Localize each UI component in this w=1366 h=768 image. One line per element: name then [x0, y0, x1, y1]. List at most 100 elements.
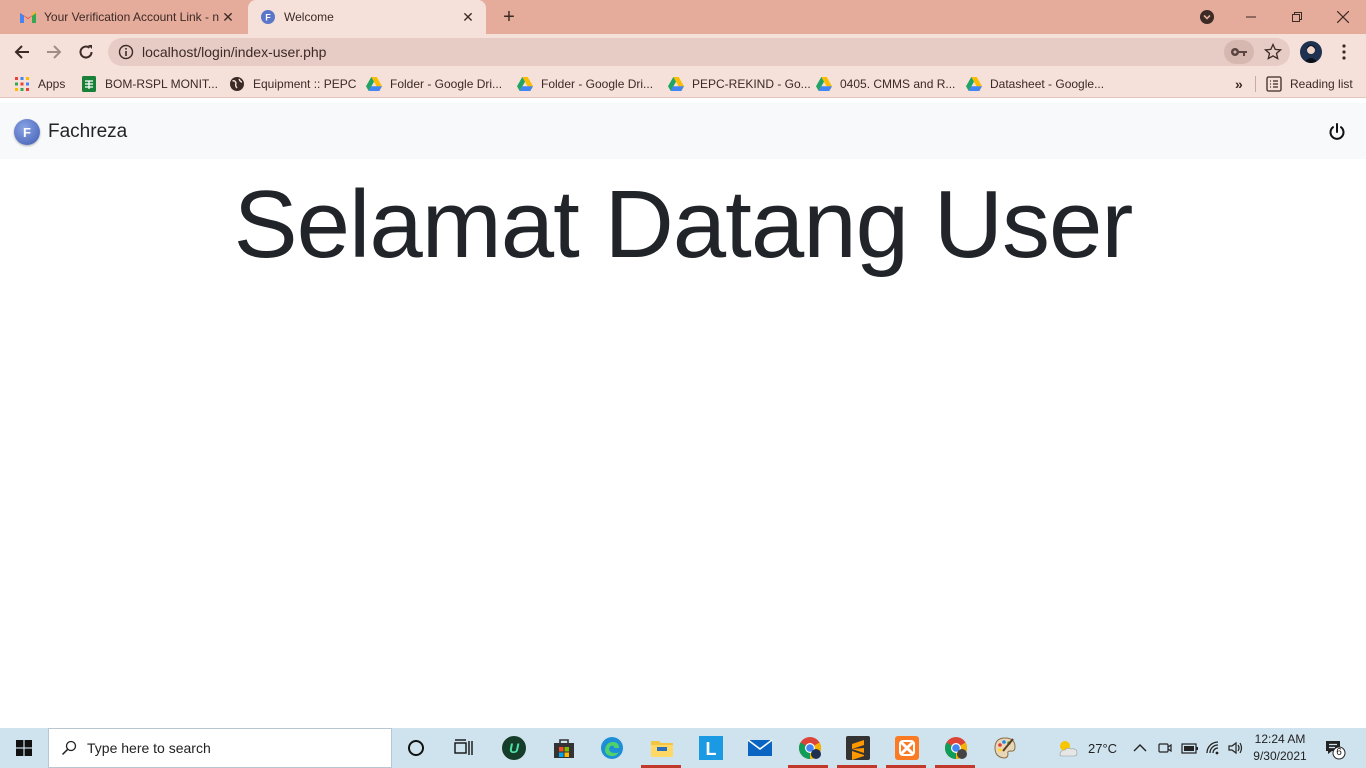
bookmarks-divider: [1255, 76, 1256, 92]
gmail-icon: [20, 9, 36, 25]
taskbar-app-edge[interactable]: [598, 734, 626, 762]
chevron-double-right-icon: »: [1235, 76, 1243, 92]
cortana-button[interactable]: [402, 734, 430, 762]
bookmark-item[interactable]: Equipment :: PEPC: [229, 75, 356, 93]
google-drive-icon: [816, 77, 832, 91]
bookmark-label: 0405. CMMS and R...: [840, 77, 956, 91]
taskbar-app-paint[interactable]: [991, 734, 1019, 762]
task-view-button[interactable]: [450, 734, 478, 762]
taskbar-app-mail[interactable]: [746, 734, 774, 762]
bookmark-label: Apps: [38, 77, 66, 91]
reading-list-icon: [1266, 76, 1282, 92]
bookmark-item[interactable]: Folder - Google Dri...: [366, 75, 502, 93]
reading-list-button[interactable]: Reading list: [1266, 75, 1353, 93]
bookmark-label: Equipment :: PEPC: [253, 77, 357, 91]
taskbar-app-chrome-2[interactable]: [942, 734, 970, 762]
taskbar-app-xampp[interactable]: [893, 734, 921, 762]
notification-count: 6: [1336, 747, 1342, 758]
browser-menu-button[interactable]: [1336, 42, 1352, 62]
reload-button[interactable]: [72, 38, 100, 66]
tab-title: Welcome: [284, 10, 334, 24]
start-button[interactable]: [0, 728, 48, 768]
bookmark-apps[interactable]: Apps: [14, 75, 65, 93]
bookmark-label: Folder - Google Dri...: [390, 77, 503, 91]
back-button[interactable]: [8, 38, 36, 66]
task-view-icon: [454, 739, 473, 755]
close-tab-icon[interactable]: ✕: [460, 9, 476, 25]
bookmark-item[interactable]: Datasheet - Google...: [966, 75, 1104, 93]
chrome-icon: [945, 737, 967, 759]
bookmarks-overflow-button[interactable]: »: [1235, 75, 1243, 93]
taskbar-search-box[interactable]: Type here to search: [48, 728, 392, 768]
forward-button[interactable]: [40, 38, 68, 66]
bookmark-label: Datasheet - Google...: [990, 77, 1105, 91]
paint-palette-icon: [994, 737, 1016, 759]
avatar-icon: [1304, 45, 1318, 63]
camera-icon: [1158, 743, 1172, 753]
weather-widget[interactable]: 27°C: [1056, 728, 1117, 768]
taskbar-app-file-explorer[interactable]: [648, 734, 676, 762]
arrow-right-icon: [47, 45, 62, 59]
tab-welcome[interactable]: F Welcome ✕: [248, 0, 486, 34]
battery-button[interactable]: [1181, 728, 1199, 768]
sublime-text-icon: [846, 736, 870, 760]
password-key-button[interactable]: [1224, 40, 1254, 64]
apps-grid-icon: [15, 77, 29, 91]
close-window-button[interactable]: [1320, 0, 1366, 34]
reload-icon: [79, 45, 93, 59]
svg-text:L: L: [706, 739, 717, 759]
bookmark-item[interactable]: 0405. CMMS and R...: [816, 75, 955, 93]
xampp-icon: [895, 736, 919, 760]
edge-icon: [601, 737, 623, 759]
profile-avatar[interactable]: [1300, 41, 1322, 63]
action-center-button[interactable]: 6: [1324, 738, 1346, 760]
bookmark-label: PEPC-REKIND - Go...: [692, 77, 811, 91]
taskbar-app-upwork[interactable]: U: [500, 734, 528, 762]
tab-search-button[interactable]: [1184, 0, 1230, 34]
system-clock[interactable]: 12:24 AM 9/30/2021: [1250, 731, 1310, 765]
brand-logo: F: [14, 119, 40, 145]
weather-temperature: 27°C: [1088, 740, 1118, 756]
taskbar-app-sublime[interactable]: [844, 734, 872, 762]
arrow-left-icon: [14, 45, 29, 59]
bookmark-label: BOM-RSPL MONIT...: [105, 77, 218, 91]
bookmarks-bar: Apps BOM-RSPL MONIT... Equipment :: PEPC…: [0, 70, 1366, 98]
logout-power-icon[interactable]: [1326, 121, 1348, 143]
globe-icon: [230, 77, 244, 91]
restore-button[interactable]: [1274, 0, 1320, 34]
minimize-button[interactable]: [1228, 0, 1274, 34]
svg-text:F: F: [265, 13, 271, 23]
meet-now-button[interactable]: [1157, 728, 1173, 768]
volume-button[interactable]: [1228, 728, 1244, 768]
bookmark-item[interactable]: PEPC-REKIND - Go...: [668, 75, 811, 93]
google-drive-icon: [966, 77, 982, 91]
url-text[interactable]: localhost/login/index-user.php: [142, 44, 326, 60]
info-icon[interactable]: [118, 44, 134, 60]
cortana-circle-icon: [408, 740, 424, 756]
minimize-icon: [1246, 16, 1256, 18]
close-icon: [1337, 11, 1349, 23]
bookmark-item[interactable]: BOM-RSPL MONIT...: [81, 75, 218, 93]
google-sheets-icon: [82, 76, 96, 92]
google-drive-icon: [668, 77, 684, 91]
clock-time: 12:24 AM: [1254, 732, 1306, 746]
reading-list-label: Reading list: [1290, 77, 1353, 91]
browser-toolbar: localhost/login/index-user.php: [0, 34, 1366, 70]
chevron-down-circle-icon: [1200, 10, 1214, 24]
close-tab-icon[interactable]: ✕: [220, 9, 236, 25]
brand-link[interactable]: F Fachreza: [14, 119, 127, 145]
taskbar-app-l[interactable]: L: [697, 734, 725, 762]
show-hidden-icons-button[interactable]: [1133, 728, 1147, 768]
clock-date: 9/30/2021: [1253, 749, 1307, 763]
taskbar-app-chrome-1[interactable]: [796, 734, 824, 762]
bookmark-star-icon[interactable]: [1264, 43, 1282, 61]
new-tab-button[interactable]: +: [498, 6, 520, 28]
weather-sun-cloud-icon: [1059, 741, 1078, 757]
taskbar-app-store[interactable]: [550, 734, 578, 762]
tab-verification-email[interactable]: Your Verification Account Link - n ✕: [8, 0, 246, 34]
search-icon: [61, 740, 77, 756]
bookmark-item[interactable]: Folder - Google Dri...: [517, 75, 653, 93]
network-button[interactable]: [1206, 728, 1222, 768]
chrome-icon: [799, 737, 821, 759]
address-bar[interactable]: localhost/login/index-user.php: [108, 38, 1290, 66]
